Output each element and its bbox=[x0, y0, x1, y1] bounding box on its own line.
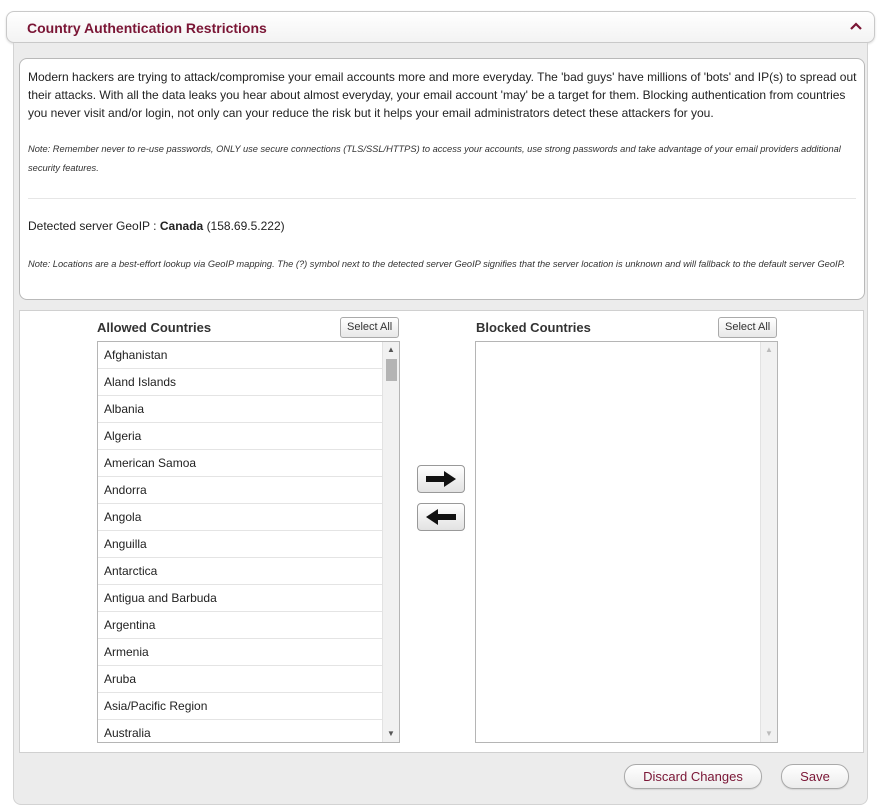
arrow-left-icon bbox=[426, 509, 456, 525]
info-description: Modern hackers are trying to attack/comp… bbox=[28, 70, 857, 120]
discard-changes-button[interactable]: Discard Changes bbox=[624, 764, 762, 789]
panel-title: Country Authentication Restrictions bbox=[27, 20, 267, 36]
list-item[interactable]: Aruba bbox=[98, 666, 382, 693]
scroll-thumb[interactable] bbox=[386, 359, 397, 381]
list-item[interactable]: Algeria bbox=[98, 423, 382, 450]
add-to-blocked-button[interactable] bbox=[417, 465, 465, 493]
remove-from-blocked-button[interactable] bbox=[417, 503, 465, 531]
list-item[interactable]: Angola bbox=[98, 504, 382, 531]
blocked-countries-title: Blocked Countries bbox=[476, 320, 591, 335]
save-button[interactable]: Save bbox=[781, 764, 849, 789]
list-item[interactable]: Argentina bbox=[98, 612, 382, 639]
list-item[interactable]: Asia/Pacific Region bbox=[98, 693, 382, 720]
list-item[interactable]: Afghanistan bbox=[98, 342, 382, 369]
allowed-countries-title: Allowed Countries bbox=[97, 320, 212, 335]
list-item[interactable]: Antigua and Barbuda bbox=[98, 585, 382, 612]
geoip-country: Canada bbox=[159, 219, 204, 233]
list-item[interactable]: Anguilla bbox=[98, 531, 382, 558]
geoip-label: Detected server GeoIP : bbox=[28, 219, 157, 233]
list-item[interactable]: Andorra bbox=[98, 477, 382, 504]
blocked-countries-list[interactable]: ▲ ▼ bbox=[475, 341, 778, 743]
info-box: Modern hackers are trying to attack/comp… bbox=[19, 58, 865, 300]
list-item[interactable]: Albania bbox=[98, 396, 382, 423]
allowed-scrollbar[interactable]: ▲ ▼ bbox=[382, 342, 399, 742]
country-lists: Allowed Countries Select All Afghanistan… bbox=[19, 310, 864, 753]
scroll-down-icon[interactable]: ▼ bbox=[383, 727, 399, 741]
blocked-scrollbar[interactable]: ▲ ▼ bbox=[760, 342, 777, 742]
allowed-items: Afghanistan Aland Islands Albania Algeria Am… bbox=[98, 342, 399, 742]
divider bbox=[28, 198, 856, 199]
list-item[interactable]: American Samoa bbox=[98, 450, 382, 477]
scroll-up-icon[interactable]: ▲ bbox=[761, 343, 777, 357]
arrow-right-icon bbox=[426, 471, 456, 487]
list-item[interactable]: Armenia bbox=[98, 639, 382, 666]
scroll-down-icon[interactable]: ▼ bbox=[761, 727, 777, 741]
geoip-line: Detected server GeoIP : Canada (158.69.5… bbox=[28, 219, 285, 233]
blocked-select-all-button[interactable]: Select All bbox=[718, 317, 778, 338]
list-item[interactable]: Aland Islands bbox=[98, 369, 382, 396]
chevron-up-icon[interactable] bbox=[848, 18, 864, 34]
allowed-countries-list[interactable]: Afghanistan Aland Islands Albania Algeria Am… bbox=[97, 341, 400, 743]
geoip-note: Note: Locations are a best-effort lookup… bbox=[28, 259, 846, 269]
list-item[interactable]: Antarctica bbox=[98, 558, 382, 585]
panel-header[interactable]: Country Authentication Restrictions bbox=[6, 11, 875, 43]
scroll-up-icon[interactable]: ▲ bbox=[383, 343, 399, 357]
list-item[interactable]: Australia bbox=[98, 720, 382, 742]
security-note: Note: Remember never to re-use passwords… bbox=[28, 144, 841, 173]
allowed-select-all-button[interactable]: Select All bbox=[340, 317, 400, 338]
geoip-ip: (158.69.5.222) bbox=[206, 219, 285, 233]
